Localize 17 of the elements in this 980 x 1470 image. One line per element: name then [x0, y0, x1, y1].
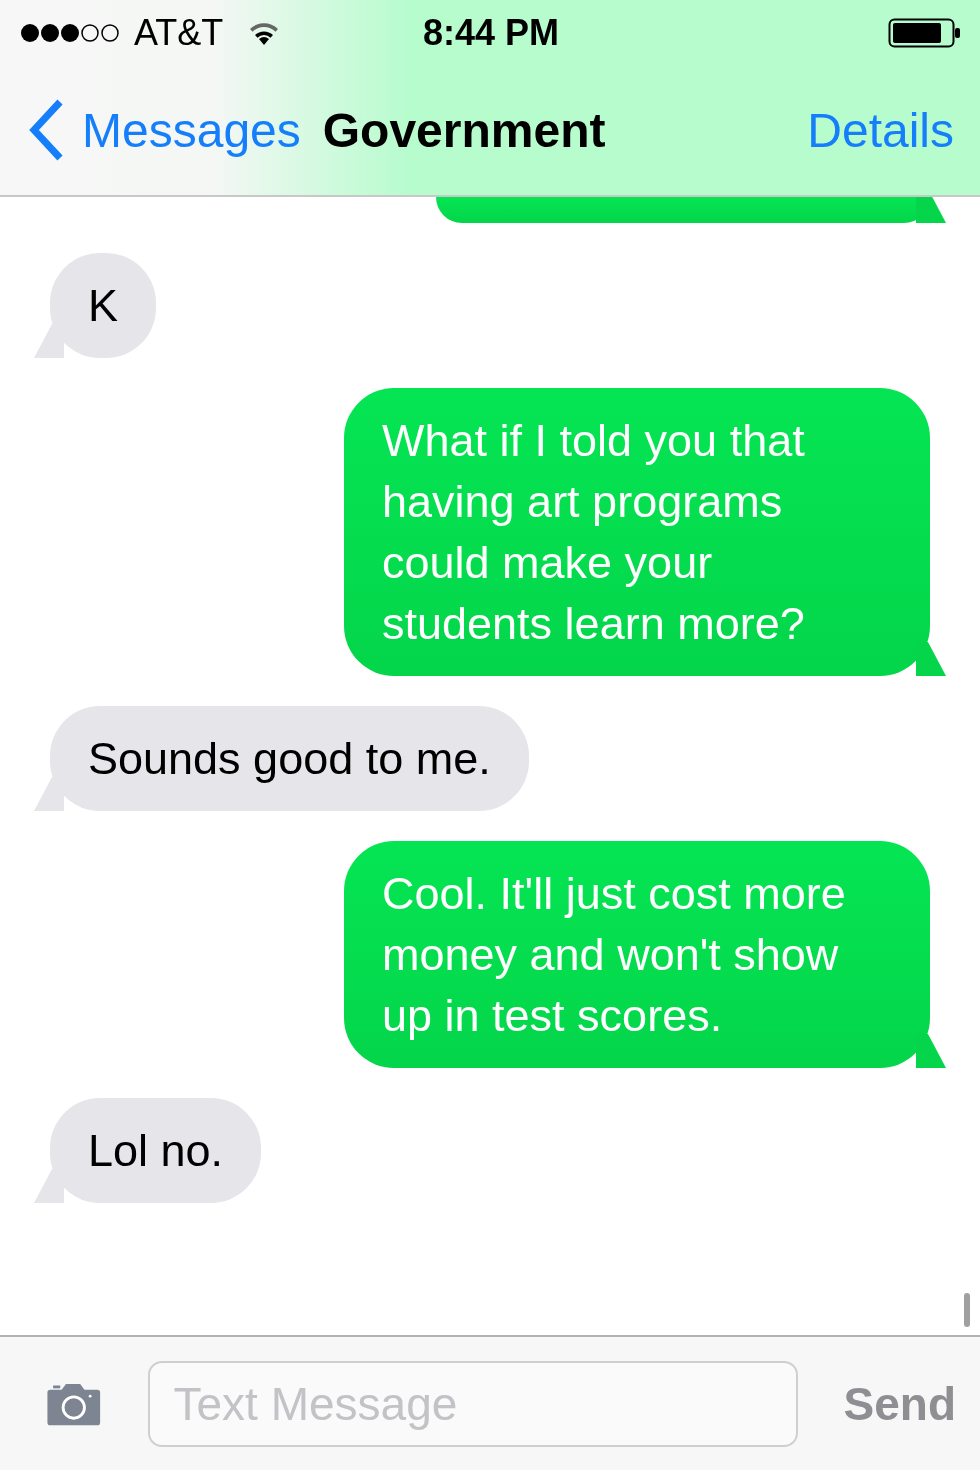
text-message-field[interactable]: Text Message [147, 1360, 798, 1447]
received-message-bubble: K [34, 253, 156, 358]
scroll-indicator [964, 1293, 970, 1327]
received-message-bubble: Lol no. [34, 1098, 262, 1203]
signal-strength-icon [20, 22, 122, 43]
conversation-title: Government [322, 102, 607, 158]
back-label[interactable]: Messages [82, 102, 301, 158]
wifi-icon [249, 20, 280, 45]
carrier-name: AT&T [134, 11, 224, 54]
send-button[interactable]: Send [843, 1376, 956, 1431]
battery-icon [888, 17, 962, 48]
clock-time: 8:44 PM [422, 11, 560, 54]
back-button[interactable]: Messages [26, 98, 301, 162]
sent-message-bubble: Cool. It'll just cost more money and won't show up in test scores. [344, 841, 946, 1068]
details-link[interactable]: Details [807, 102, 954, 158]
received-message-bubble: Sounds good to me. [34, 706, 529, 811]
sent-message-bubble: What if I told you that having art programs could make your students learn more? [344, 388, 946, 676]
